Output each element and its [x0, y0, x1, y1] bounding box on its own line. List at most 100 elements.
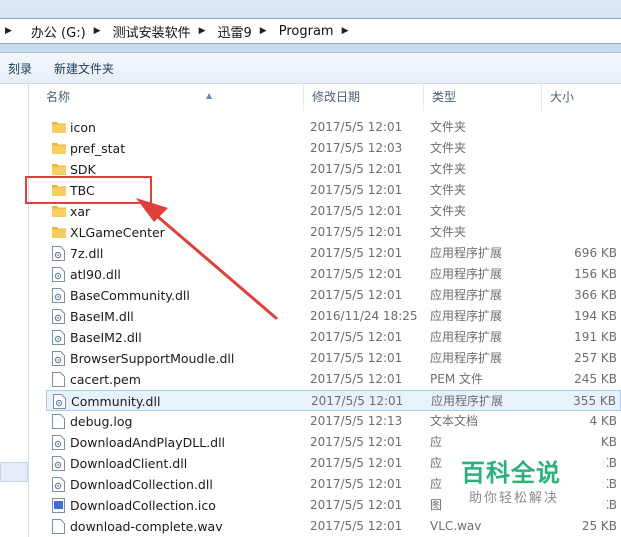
file-type: 应用程序扩展	[430, 288, 503, 302]
file-name: BaseIM.dll	[70, 309, 134, 324]
file-row[interactable]: atl90.dll 2017/5/5 12:01 应用程序扩展 156 KB	[46, 264, 621, 285]
breadcrumb-label: 办公 (G:)	[30, 25, 86, 41]
file-row[interactable]: download-complete.wav 2017/5/5 12:01 VLC.w…	[46, 516, 621, 537]
address-bar[interactable]: ▶ 办公 (G:) ▶ 测试安装软件 ▶ 迅雷9 ▶ Program ▶	[0, 18, 621, 44]
file-size: 366 KB	[574, 288, 617, 302]
file-date: 2017/5/5 12:01	[310, 162, 403, 176]
navigation-pane-selected-item[interactable]	[0, 462, 28, 482]
file-name: cacert.pem	[70, 372, 141, 387]
file-name: icon	[70, 120, 96, 135]
breadcrumb-drive[interactable]: 办公 (G:) ▶	[25, 19, 107, 43]
file-row[interactable]: 7z.dll 2017/5/5 12:01 应用程序扩展 696 KB	[46, 243, 621, 264]
file-type: 文件夹	[430, 141, 467, 155]
breadcrumb-folder[interactable]: 测试安装软件 ▶	[107, 19, 212, 43]
burn-button[interactable]: 刻录	[0, 53, 46, 83]
file-icon	[52, 414, 65, 429]
file-row[interactable]: BrowserSupportMoudle.dll 2017/5/5 12:01 应用…	[46, 348, 621, 369]
file-type: 应用程序扩展	[431, 394, 504, 408]
file-type: 文件夹	[430, 120, 467, 134]
file-row[interactable]: debug.log 2017/5/5 12:13 文本文档 4 KB	[46, 411, 621, 432]
chevron-right-icon[interactable]: ▶	[94, 26, 101, 36]
dll-file-icon	[52, 267, 65, 282]
file-date: 2017/5/5 12:01	[310, 435, 403, 449]
dll-file-icon	[53, 394, 66, 409]
watermark-subtitle: 助你轻松解决	[469, 491, 560, 506]
sort-ascending-icon: ▲	[206, 91, 213, 100]
file-date: 2016/11/24 18:25	[310, 309, 418, 323]
file-name: 7z.dll	[70, 246, 104, 261]
file-type: PEM 文件	[430, 372, 483, 386]
column-header-label: 名称	[46, 90, 71, 104]
file-date: 2017/5/5 12:01	[310, 183, 403, 197]
file-row[interactable]: Community.dll 2017/5/5 12:01 应用程序扩展 355 KB	[46, 390, 621, 411]
watermark-title: 百科全说	[461, 459, 561, 487]
breadcrumb-label: Program	[278, 23, 334, 39]
file-name: BaseIM2.dll	[70, 330, 142, 345]
file-row[interactable]: pref_stat 2017/5/5 12:03 文件夹	[46, 138, 621, 159]
file-size: 25 KB	[581, 519, 617, 533]
file-row[interactable]: XLGameCenter 2017/5/5 12:01 文件夹	[46, 222, 621, 243]
file-row[interactable]: BaseCommunity.dll 2017/5/5 12:01 应用程序扩展 366…	[46, 285, 621, 306]
file-size: 696 KB	[574, 246, 617, 260]
file-name: Community.dll	[71, 394, 161, 409]
file-icon	[52, 372, 65, 387]
file-date: 2017/5/5 12:01	[310, 246, 403, 260]
file-name: debug.log	[70, 414, 133, 429]
file-row[interactable]: xar 2017/5/5 12:01 文件夹	[46, 201, 621, 222]
file-size: 257 KB	[574, 351, 617, 365]
file-name: DownloadAndPlayDLL.dll	[70, 435, 226, 450]
file-row[interactable]: icon 2017/5/5 12:01 文件夹	[46, 117, 621, 138]
column-header-type[interactable]: 类型	[424, 84, 542, 111]
file-type: 文件夹	[430, 162, 467, 176]
file-date: 2017/5/5 12:01	[310, 498, 403, 512]
chevron-right-icon[interactable]: ▶	[342, 26, 349, 36]
file-name: BaseCommunity.dll	[70, 288, 190, 303]
chevron-right-icon[interactable]: ▶	[199, 26, 206, 36]
chevron-right-icon: ▶	[5, 26, 12, 36]
file-type: 文件夹	[430, 225, 467, 239]
address-bar-area: ▶ 办公 (G:) ▶ 测试安装软件 ▶ 迅雷9 ▶ Program ▶	[0, 0, 621, 53]
file-name: pref_stat	[70, 141, 126, 156]
file-date: 2017/5/5 12:03	[310, 141, 403, 155]
file-date: 2017/5/5 12:01	[310, 519, 403, 533]
dll-file-icon	[52, 351, 65, 366]
file-size: 156 KB	[574, 267, 617, 281]
file-type: 文本文档	[430, 414, 479, 428]
dll-file-icon	[52, 435, 65, 450]
breadcrumb-current[interactable]: Program ▶	[273, 19, 355, 43]
file-date: 2017/5/5 12:01	[310, 267, 403, 281]
file-row[interactable]: BaseIM2.dll 2017/5/5 12:01 应用程序扩展 191 KB	[46, 327, 621, 348]
column-header-name[interactable]: 名称 ▲	[38, 84, 304, 111]
column-header-date[interactable]: 修改日期	[304, 84, 424, 111]
dll-file-icon	[52, 477, 65, 492]
chevron-right-icon[interactable]: ▶	[260, 26, 267, 36]
file-date: 2017/5/5 12:01	[310, 330, 403, 344]
file-name: DownloadCollection.dll	[70, 477, 213, 492]
dll-file-icon	[52, 309, 65, 324]
dll-file-icon	[52, 288, 65, 303]
command-toolbar: 刻录 新建文件夹	[0, 53, 621, 84]
breadcrumb-label: 迅雷9	[217, 25, 252, 41]
file-type: 文件夹	[430, 204, 467, 218]
file-name: DownloadClient.dll	[70, 456, 188, 471]
file-row[interactable]: cacert.pem 2017/5/5 12:01 PEM 文件 245 KB	[46, 369, 621, 390]
file-date: 2017/5/5 12:01	[310, 351, 403, 365]
image-file-icon	[52, 498, 65, 513]
file-type: 文件夹	[430, 183, 467, 197]
file-type: 应用程序扩展	[430, 351, 503, 365]
file-name: download-complete.wav	[70, 519, 223, 534]
new-folder-button[interactable]: 新建文件夹	[46, 53, 128, 83]
file-date: 2017/5/5 12:01	[310, 225, 403, 239]
folder-icon	[52, 227, 66, 238]
file-name: XLGameCenter	[70, 225, 165, 240]
breadcrumb-root[interactable]: ▶	[0, 19, 25, 43]
dll-file-icon	[52, 330, 65, 345]
watermark-logo: 百科全说 助你轻松解决	[447, 447, 607, 517]
column-header-size[interactable]: 大小	[542, 84, 621, 111]
file-row[interactable]: BaseIM.dll 2016/11/24 18:25 应用程序扩展 194 KB	[46, 306, 621, 327]
file-name: atl90.dll	[70, 267, 121, 282]
dll-file-icon	[52, 246, 65, 261]
file-size: 191 KB	[574, 330, 617, 344]
file-date: 2017/5/5 12:01	[311, 394, 404, 408]
breadcrumb-folder[interactable]: 迅雷9 ▶	[212, 19, 273, 43]
